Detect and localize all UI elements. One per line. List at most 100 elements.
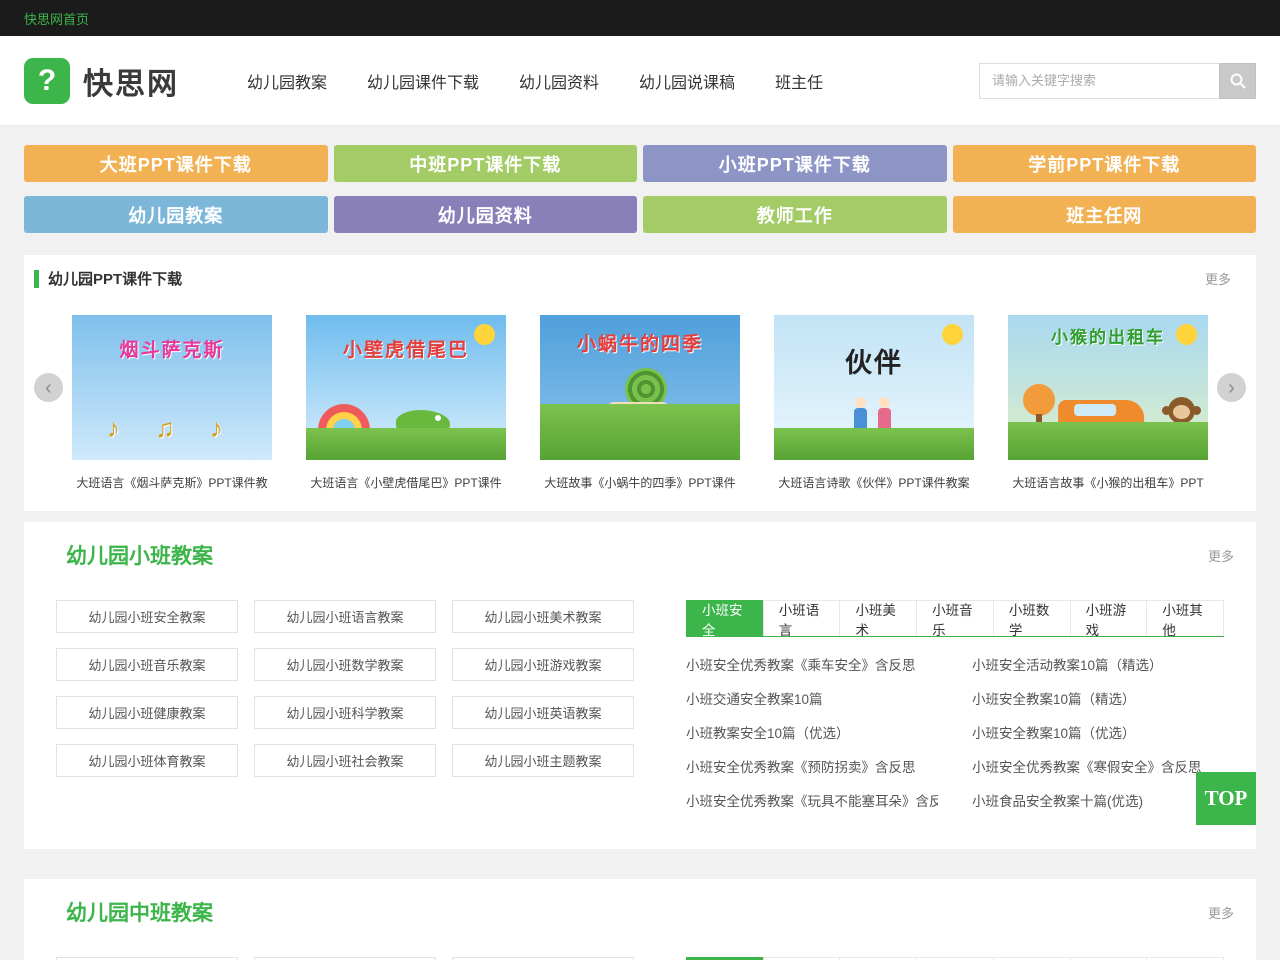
card-caption: 大班语言故事《小猴的出租车》PPT <box>1008 474 1208 491</box>
search-button[interactable] <box>1219 63 1256 99</box>
article-link[interactable]: 小班安全教案10篇（优选） <box>972 717 1224 751</box>
xiaoban-button-grid: 幼儿园小班安全教案 幼儿园小班语言教案 幼儿园小班美术教案 幼儿园小班音乐教案 … <box>56 600 634 819</box>
category-grid: 大班PPT课件下载 中班PPT课件下载 小班PPT课件下载 学前PPT课件下载 … <box>24 145 1256 233</box>
section-accent-bar <box>34 270 39 288</box>
xiaoban-btn-yuyan[interactable]: 幼儿园小班语言教案 <box>254 600 436 633</box>
article-link[interactable]: 小班交通安全教案10篇 <box>686 683 938 717</box>
xiaoban-btn-shuxue[interactable]: 幼儿园小班数学教案 <box>254 648 436 681</box>
carousel-next-button[interactable]: › <box>1217 373 1246 402</box>
ppt-card-xiaowoniu[interactable]: 小蜗牛的四季 大班故事《小蜗牛的四季》PPT课件 <box>540 315 740 491</box>
xiaoban-section: 幼儿园小班教案 更多 幼儿园小班安全教案 幼儿园小班语言教案 幼儿园小班美术教案… <box>24 522 1256 849</box>
grass-decoration <box>540 404 740 460</box>
article-link[interactable]: 小班安全优秀教案《玩具不能塞耳朵》含反 <box>686 785 938 819</box>
xiaoban-btn-youxi[interactable]: 幼儿园小班游戏教案 <box>452 648 634 681</box>
xiaoban-tab-youxi[interactable]: 小班游戏 <box>1070 600 1148 636</box>
chevron-left-icon: ‹ <box>45 377 52 399</box>
xiaoban-btn-shehui[interactable]: 幼儿园小班社会教案 <box>254 744 436 777</box>
xiaoban-tab-shuxue[interactable]: 小班数学 <box>993 600 1071 636</box>
question-mark-icon: ? <box>24 58 70 104</box>
xiaoban-tab-yinyue[interactable]: 小班音乐 <box>916 600 994 636</box>
nav-item-kejian-download[interactable]: 幼儿园课件下载 <box>367 69 479 93</box>
article-link[interactable]: 小班安全活动教案10篇（精选） <box>972 649 1224 683</box>
xiaoban-link-list: 小班安全优秀教案《乘车安全》含反思 小班安全活动教案10篇（精选） 小班交通安全… <box>686 649 1224 819</box>
zhongban-more-link[interactable]: 更多 <box>1208 903 1234 922</box>
xiaoban-btn-jiankang[interactable]: 幼儿园小班健康教案 <box>56 696 238 729</box>
xiaoban-btn-yingyu[interactable]: 幼儿园小班英语教案 <box>452 696 634 729</box>
card-thumbnail: 烟斗萨克斯 ♪ ♫ ♪ <box>72 315 272 460</box>
category-xueqian-ppt[interactable]: 学前PPT课件下载 <box>953 145 1257 182</box>
nav-item-banzhuren[interactable]: 班主任 <box>775 69 823 93</box>
zhongban-section: 幼儿园中班教案 更多 幼儿园中班安全教案 幼儿园中班语言教案 幼儿园中班美术教案… <box>24 879 1256 960</box>
article-link[interactable]: 小班安全优秀教案《寒假安全》含反思 <box>972 751 1224 785</box>
site-logo[interactable]: ? 快思网 <box>24 58 179 104</box>
tree-icon <box>1023 384 1055 416</box>
xiaoban-tab-meishu[interactable]: 小班美术 <box>839 600 917 636</box>
article-link[interactable]: 小班教案安全10篇（优选） <box>686 717 938 751</box>
grass-decoration <box>774 428 974 460</box>
category-zhongban-ppt[interactable]: 中班PPT课件下载 <box>334 145 638 182</box>
article-link[interactable]: 小班食品安全教案十篇(优选) <box>972 785 1224 819</box>
card-image-title: 小猴的出租车 <box>1008 323 1208 348</box>
category-ziliao[interactable]: 幼儿园资料 <box>334 196 638 233</box>
site-header: ? 快思网 幼儿园教案 幼儿园课件下载 幼儿园资料 幼儿园说课稿 班主任 <box>0 36 1280 126</box>
topbar: 快思网首页 <box>0 0 1280 36</box>
card-caption: 大班语言《烟斗萨克斯》PPT课件教 <box>72 474 272 491</box>
xiaoban-btn-zhuti[interactable]: 幼儿园小班主题教案 <box>452 744 634 777</box>
xiaoban-btn-tiyu[interactable]: 幼儿园小班体育教案 <box>56 744 238 777</box>
grass-decoration <box>1008 422 1208 460</box>
ppt-more-link[interactable]: 更多 <box>1205 269 1231 288</box>
card-thumbnail: 伙伴 <box>774 315 974 460</box>
site-name: 快思网 <box>83 59 179 103</box>
card-image-title: 小壁虎借尾巴 <box>306 335 506 362</box>
home-link[interactable]: 快思网首页 <box>24 9 89 28</box>
monkey-icon <box>1168 397 1195 424</box>
ppt-card-huoban[interactable]: 伙伴 大班语言诗歌《伙伴》PPT课件教案 <box>774 315 974 491</box>
card-caption: 大班语言诗歌《伙伴》PPT课件教案 <box>774 474 974 491</box>
saxophone-icon: ♪ ♫ ♪ <box>72 413 272 444</box>
article-link[interactable]: 小班安全优秀教案《乘车安全》含反思 <box>686 649 938 683</box>
xiaoban-tab-qita[interactable]: 小班其他 <box>1146 600 1224 636</box>
card-caption: 大班语言《小壁虎借尾巴》PPT课件 <box>306 474 506 491</box>
rainbow-icon <box>318 404 370 430</box>
ppt-section-title: 幼儿园PPT课件下载 <box>48 268 182 289</box>
card-thumbnail: 小猴的出租车 <box>1008 315 1208 460</box>
grass-decoration <box>306 428 506 460</box>
card-image-title: 小蜗牛的四季 <box>540 329 740 356</box>
card-image-title: 烟斗萨克斯 <box>72 335 272 362</box>
ppt-card-list: 烟斗萨克斯 ♪ ♫ ♪ 大班语言《烟斗萨克斯》PPT课件教 小壁虎借尾巴 大班语… <box>24 315 1256 491</box>
nav-item-ziliao[interactable]: 幼儿园资料 <box>519 69 599 93</box>
category-daban-ppt[interactable]: 大班PPT课件下载 <box>24 145 328 182</box>
child-figure-icon <box>854 408 867 430</box>
chevron-right-icon: › <box>1228 377 1235 399</box>
card-thumbnail: 小蜗牛的四季 <box>540 315 740 460</box>
xiaoban-btn-kexue[interactable]: 幼儿园小班科学教案 <box>254 696 436 729</box>
nav-item-shuokegao[interactable]: 幼儿园说课稿 <box>639 69 735 93</box>
nav-item-jiaoan[interactable]: 幼儿园教案 <box>247 69 327 93</box>
ppt-card-xiaobihu[interactable]: 小壁虎借尾巴 大班语言《小壁虎借尾巴》PPT课件 <box>306 315 506 491</box>
category-jiaoshi-gongzuo[interactable]: 教师工作 <box>643 196 947 233</box>
main-nav: 幼儿园教案 幼儿园课件下载 幼儿园资料 幼儿园说课稿 班主任 <box>247 69 823 93</box>
xiaoban-btn-yinyue[interactable]: 幼儿园小班音乐教案 <box>56 648 238 681</box>
carousel-prev-button[interactable]: ‹ <box>34 373 63 402</box>
article-link[interactable]: 小班安全教案10篇（精选） <box>972 683 1224 717</box>
search-icon <box>1229 72 1247 90</box>
xiaoban-tab-yuyan[interactable]: 小班语言 <box>763 600 841 636</box>
search-input[interactable] <box>979 63 1219 99</box>
card-caption: 大班故事《小蜗牛的四季》PPT课件 <box>540 474 740 491</box>
xiaoban-more-link[interactable]: 更多 <box>1208 546 1234 565</box>
search-box <box>979 63 1256 99</box>
xiaoban-section-title: 幼儿园小班教案 <box>66 540 213 570</box>
xiaoban-tab-anquan[interactable]: 小班安全 <box>686 600 764 636</box>
xiaoban-btn-meishu[interactable]: 幼儿园小班美术教案 <box>452 600 634 633</box>
category-banzhuren[interactable]: 班主任网 <box>953 196 1257 233</box>
xiaoban-btn-anquan[interactable]: 幼儿园小班安全教案 <box>56 600 238 633</box>
ppt-card-xiaohou-chuzuche[interactable]: 小猴的出租车 大班语言故事《小猴的出租车》PPT <box>1008 315 1208 491</box>
back-to-top-button[interactable]: TOP <box>1196 772 1256 825</box>
category-xiaoban-ppt[interactable]: 小班PPT课件下载 <box>643 145 947 182</box>
category-jiaoan[interactable]: 幼儿园教案 <box>24 196 328 233</box>
ppt-card-yandou-sakesi[interactable]: 烟斗萨克斯 ♪ ♫ ♪ 大班语言《烟斗萨克斯》PPT课件教 <box>72 315 272 491</box>
ppt-carousel: ‹ 烟斗萨克斯 ♪ ♫ ♪ 大班语言《烟斗萨克斯》PPT课件教 小壁虎借尾巴 大… <box>24 315 1256 491</box>
xiaoban-tabs: 小班安全 小班语言 小班美术 小班音乐 小班数学 小班游戏 小班其他 <box>686 600 1224 637</box>
zhongban-section-title: 幼儿园中班教案 <box>66 897 213 927</box>
article-link[interactable]: 小班安全优秀教案《预防拐卖》含反思 <box>686 751 938 785</box>
